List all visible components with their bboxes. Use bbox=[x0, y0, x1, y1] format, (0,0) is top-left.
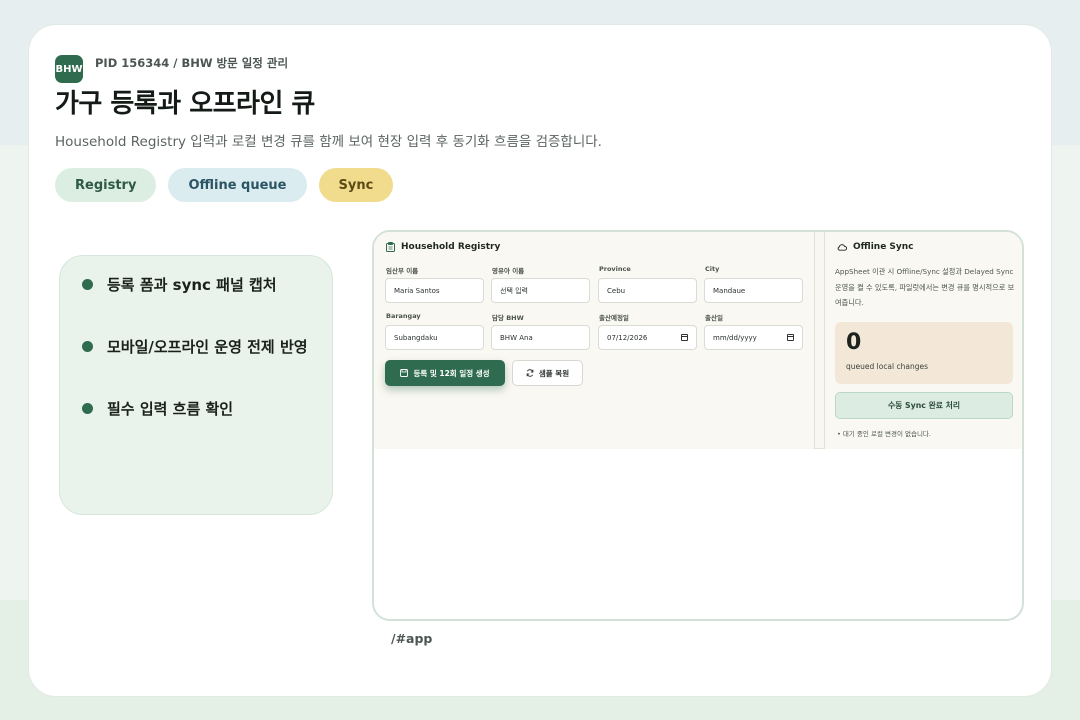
bullet-icon bbox=[82, 341, 93, 352]
bullet-icon bbox=[82, 403, 93, 414]
bullet-icon bbox=[82, 279, 93, 290]
feature-item: 등록 폼과 sync 패널 캡처 bbox=[82, 274, 277, 295]
due-date-input[interactable]: 07/12/2026 bbox=[598, 325, 697, 350]
feature-label: 필수 입력 흐름 확인 bbox=[107, 400, 234, 418]
app-screenshot-frame: Household Registry 임산부 이름 Maria Santos 영… bbox=[372, 230, 1024, 621]
city-input[interactable]: Mandaue bbox=[704, 278, 803, 303]
registry-header: Household Registry bbox=[386, 242, 500, 252]
feature-label: 모바일/오프라인 운영 전제 반영 bbox=[107, 338, 308, 356]
sync-title: Offline Sync bbox=[853, 242, 914, 252]
page-title: 가구 등록과 오프라인 큐 bbox=[55, 89, 315, 119]
registry-title: Household Registry bbox=[401, 242, 501, 252]
route-label: /#app bbox=[391, 631, 433, 646]
queue-count: 0 bbox=[846, 330, 862, 355]
queue-label: queued local changes bbox=[846, 362, 929, 371]
chip-row: Registry Offline queue Sync bbox=[55, 168, 394, 202]
sync-note-text: 대기 중인 로컬 변경이 없습니다. bbox=[842, 430, 931, 438]
province-input[interactable]: Cebu bbox=[598, 278, 697, 303]
bhw-logo: BHW bbox=[55, 55, 83, 83]
field-label: 출산일 bbox=[705, 314, 723, 322]
clipboard-icon bbox=[386, 242, 395, 252]
due-date-value: 07/12/2026 bbox=[607, 333, 648, 342]
registry-panel: Household Registry 임산부 이름 Maria Santos 영… bbox=[374, 232, 815, 449]
chip-sync[interactable]: Sync bbox=[318, 168, 394, 202]
chip-registry[interactable]: Registry bbox=[55, 168, 157, 202]
register-button[interactable]: 등록 및 12회 일정 생성 bbox=[385, 360, 505, 386]
field-label: Barangay bbox=[386, 312, 421, 320]
field-label: City bbox=[705, 265, 720, 273]
sync-description: AppSheet 이관 시 Offline/Sync 설정과 Delayed S… bbox=[835, 267, 1015, 307]
feature-item: 필수 입력 흐름 확인 bbox=[82, 398, 233, 419]
calendar-icon[interactable] bbox=[787, 334, 794, 341]
chip-offline-queue[interactable]: Offline queue bbox=[168, 168, 307, 202]
manual-sync-button[interactable]: 수동 Sync 완료 처리 bbox=[835, 392, 1013, 419]
field-label: 출산예정일 bbox=[599, 314, 629, 322]
bhw-select[interactable]: BHW Ana bbox=[491, 325, 590, 350]
register-button-label: 등록 및 12회 일정 생성 bbox=[413, 368, 490, 378]
field-label: Province bbox=[599, 265, 631, 273]
pid-label: PID 156344 / BHW 방문 일정 관리 bbox=[95, 56, 289, 70]
cloud-icon bbox=[837, 244, 847, 251]
child-name-input[interactable]: 선택 입력 bbox=[491, 278, 590, 303]
birth-date-input[interactable]: mm/dd/yyyy bbox=[704, 325, 803, 350]
field-label: 영유아 이름 bbox=[492, 267, 525, 275]
pid-row: BHW PID 156344 / BHW 방문 일정 관리 bbox=[55, 55, 288, 83]
app-content: Household Registry 임산부 이름 Maria Santos 영… bbox=[374, 232, 1022, 449]
restore-sample-label: 샘플 복원 bbox=[538, 368, 570, 378]
page-subtitle: Household Registry 입력과 로컬 변경 큐를 함께 보여 현장… bbox=[55, 134, 602, 150]
barangay-input[interactable]: Subangdaku bbox=[385, 325, 484, 350]
main-card: BHW PID 156344 / BHW 방문 일정 관리 가구 등록과 오프라… bbox=[28, 24, 1052, 697]
field-label: 임산부 이름 bbox=[386, 267, 419, 275]
feature-label: 등록 폼과 sync 패널 캡처 bbox=[107, 276, 277, 294]
sync-note: • 대기 중인 로컬 변경이 없습니다. bbox=[837, 430, 931, 438]
mother-name-input[interactable]: Maria Santos bbox=[385, 278, 484, 303]
restore-sample-button[interactable]: 샘플 복원 bbox=[512, 360, 583, 386]
calendar-icon[interactable] bbox=[681, 334, 688, 341]
field-label: 담당 BHW bbox=[492, 314, 524, 322]
refresh-icon bbox=[526, 369, 534, 377]
sync-header: Offline Sync bbox=[837, 242, 914, 252]
queue-counter: 0 queued local changes bbox=[835, 322, 1013, 384]
feature-list: 등록 폼과 sync 패널 캡처 모바일/오프라인 운영 전제 반영 필수 입력… bbox=[59, 255, 333, 515]
feature-item: 모바일/오프라인 운영 전제 반영 bbox=[82, 336, 308, 357]
save-icon bbox=[400, 369, 409, 377]
sync-panel: Offline Sync AppSheet 이관 시 Offline/Sync … bbox=[824, 232, 1022, 449]
birth-date-value: mm/dd/yyyy bbox=[713, 333, 757, 342]
